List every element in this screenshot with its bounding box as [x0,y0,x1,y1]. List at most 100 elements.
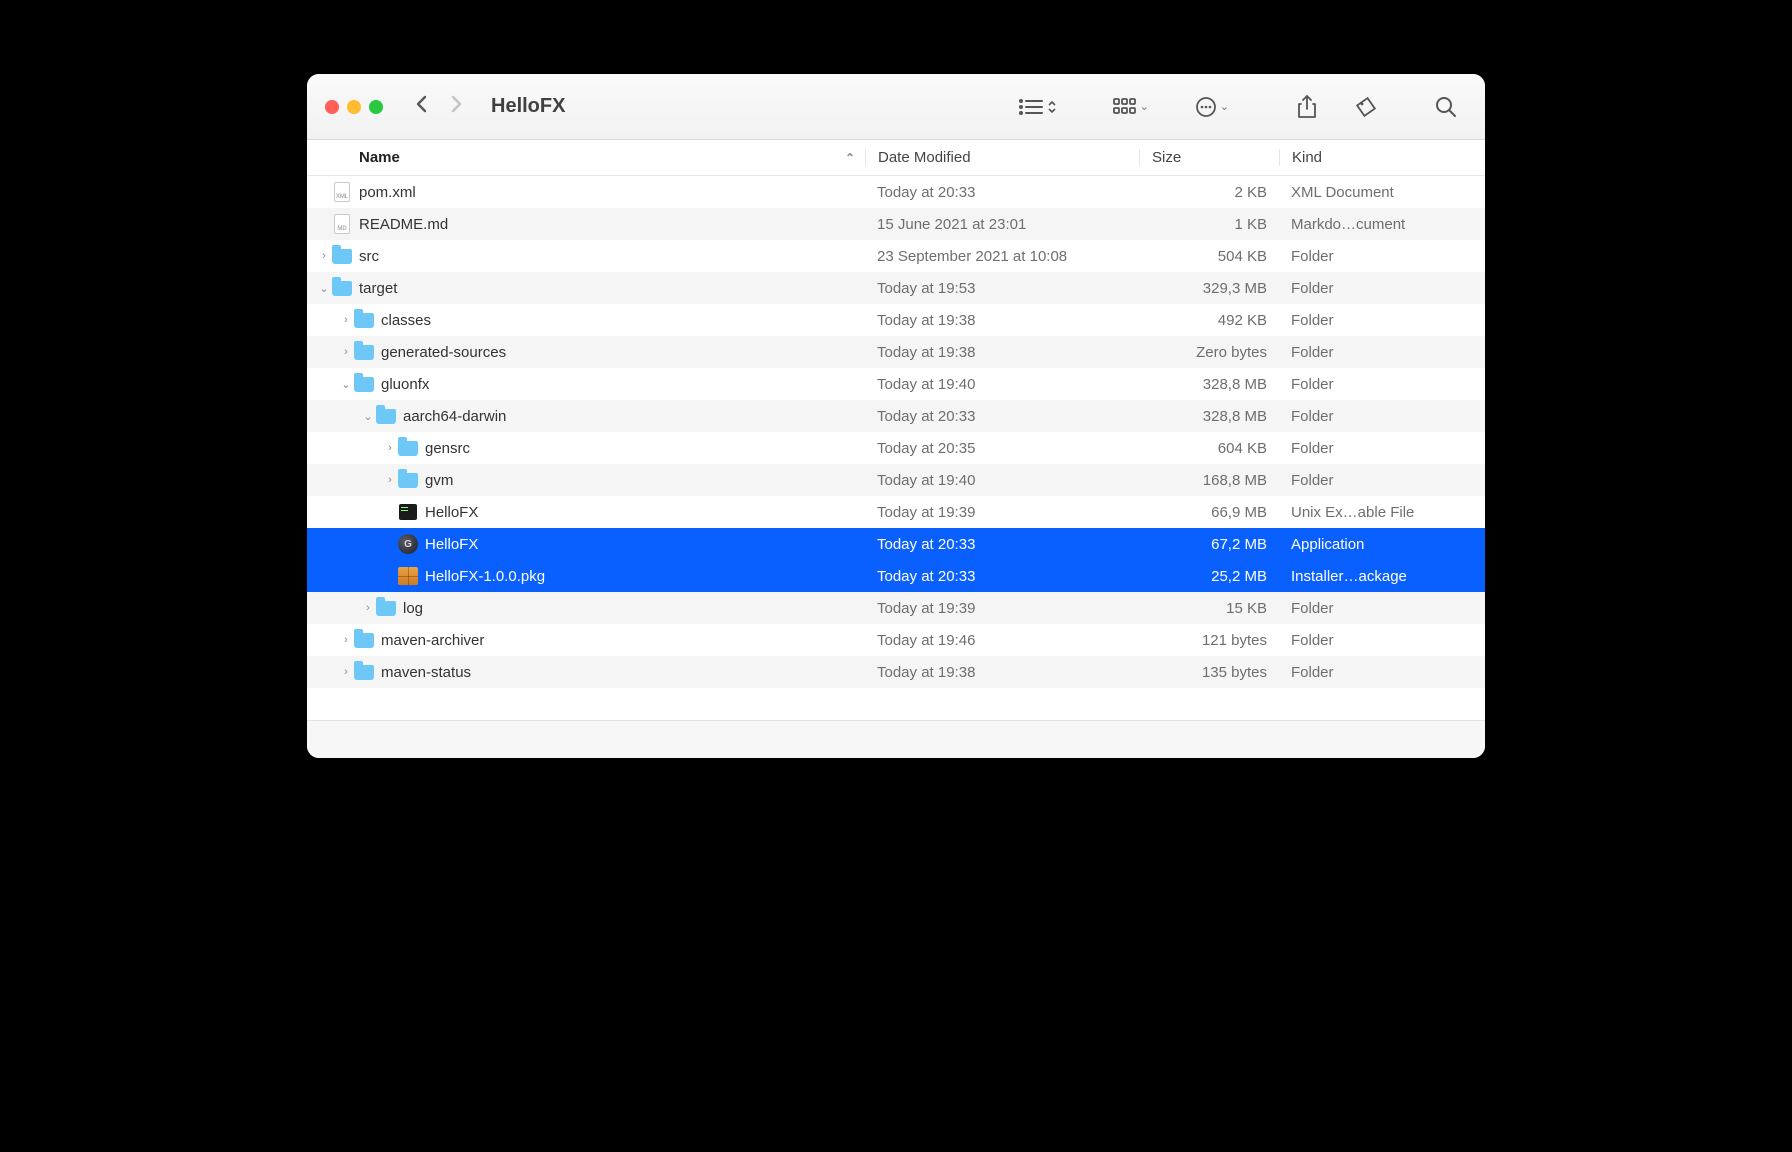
disclosure-triangle[interactable]: ⌄ [361,410,375,423]
file-row[interactable]: ⌄targetToday at 19:53329,3 MBFolder [307,272,1485,304]
file-kind: Installer…ackage [1279,568,1485,585]
file-date: Today at 19:46 [865,632,1139,649]
file-name: README.md [359,216,448,233]
file-kind: Folder [1279,312,1485,329]
file-size: 67,2 MB [1139,536,1279,553]
package-icon [397,565,419,587]
file-name: HelloFX-1.0.0.pkg [425,568,545,585]
file-kind: Folder [1279,408,1485,425]
file-kind: Markdo…cument [1279,216,1485,233]
file-kind: Unix Ex…able File [1279,504,1485,521]
file-name: log [403,600,423,617]
file-size: 121 bytes [1139,632,1279,649]
folder-icon [353,373,375,395]
disclosure-triangle[interactable]: › [383,474,397,486]
column-header-size[interactable]: Size [1139,149,1279,166]
file-row[interactable]: ›maven-statusToday at 19:38135 bytesFold… [307,656,1485,688]
file-row[interactable]: MDREADME.md15 June 2021 at 23:011 KBMark… [307,208,1485,240]
forward-button[interactable] [443,94,469,120]
file-row[interactable]: HelloFX-1.0.0.pkgToday at 20:3325,2 MBIn… [307,560,1485,592]
file-date: Today at 19:40 [865,376,1139,393]
file-name: HelloFX [425,536,478,553]
disclosure-triangle[interactable]: › [339,314,353,326]
file-size: 15 KB [1139,600,1279,617]
file-row[interactable]: XMLpom.xmlToday at 20:332 KBXML Document [307,176,1485,208]
disclosure-triangle[interactable]: › [317,250,331,262]
disclosure-triangle[interactable]: › [383,442,397,454]
chevron-down-icon: ⌄ [1140,100,1149,113]
file-kind: Folder [1279,600,1485,617]
disclosure-triangle[interactable]: › [339,346,353,358]
file-kind: Folder [1279,280,1485,297]
file-kind: Folder [1279,248,1485,265]
file-name: generated-sources [381,344,506,361]
executable-icon [397,501,419,523]
file-date: Today at 19:40 [865,472,1139,489]
zoom-window-button[interactable] [369,100,383,114]
file-date: Today at 20:33 [865,536,1139,553]
file-row[interactable]: ›gensrcToday at 20:35604 KBFolder [307,432,1485,464]
file-name: maven-status [381,664,471,681]
traffic-lights [325,100,383,114]
file-row[interactable]: G HelloFX Today at 20:3367,2 MBApplication [307,528,1485,560]
search-button[interactable] [1425,96,1467,118]
column-header-name[interactable]: Name ⌃ [307,149,865,166]
folder-icon [353,661,375,683]
file-row[interactable]: ›maven-archiverToday at 19:46121 bytesFo… [307,624,1485,656]
file-row[interactable]: ⌄gluonfxToday at 19:40328,8 MBFolder [307,368,1485,400]
column-header-date[interactable]: Date Modified [865,149,1139,166]
share-icon [1297,95,1317,119]
file-kind: Application [1279,536,1485,553]
disclosure-triangle[interactable]: › [339,634,353,646]
file-row[interactable]: › src 23 September 2021 at 10:08504 KBFold… [307,240,1485,272]
file-name: maven-archiver [381,632,484,649]
document-icon: XML [331,181,353,203]
file-name: src [359,248,379,265]
folder-icon [375,405,397,427]
file-row[interactable]: ›logToday at 19:3915 KBFolder [307,592,1485,624]
back-button[interactable] [409,94,435,120]
file-kind: Folder [1279,440,1485,457]
disclosure-triangle[interactable]: › [361,602,375,614]
minimize-window-button[interactable] [347,100,361,114]
empty-space [307,688,1485,720]
file-date: 23 September 2021 at 10:08 [865,248,1139,265]
chevron-down-icon: ⌄ [1220,100,1229,113]
file-size: 329,3 MB [1139,280,1279,297]
tags-button[interactable] [1345,96,1387,118]
close-window-button[interactable] [325,100,339,114]
file-size: 66,9 MB [1139,504,1279,521]
file-date: Today at 19:38 [865,312,1139,329]
share-button[interactable] [1287,95,1327,119]
sort-ascending-icon: ⌃ [845,151,855,165]
file-row[interactable]: ›generated-sourcesToday at 19:38Zero byt… [307,336,1485,368]
folder-icon [353,341,375,363]
action-menu-button[interactable]: ⌄ [1185,96,1239,118]
application-icon: G [397,533,419,555]
file-size: 328,8 MB [1139,376,1279,393]
column-header-kind[interactable]: Kind [1279,149,1485,166]
file-row[interactable]: HelloFXToday at 19:3966,9 MBUnix Ex…able… [307,496,1485,528]
file-row[interactable]: ⌄aarch64-darwinToday at 20:33328,8 MBFol… [307,400,1485,432]
file-size: 328,8 MB [1139,408,1279,425]
search-icon [1435,96,1457,118]
group-by-button[interactable]: ⌄ [1103,98,1159,116]
window-title: HelloFX [491,95,565,118]
disclosure-triangle[interactable]: › [339,666,353,678]
disclosure-triangle[interactable]: ⌄ [317,282,331,295]
file-kind: XML Document [1279,184,1485,201]
view-list-button[interactable] [1008,98,1067,116]
file-row[interactable]: ›gvmToday at 19:40168,8 MBFolder [307,464,1485,496]
file-date: Today at 19:38 [865,664,1139,681]
disclosure-triangle[interactable]: ⌄ [339,378,353,391]
file-size: 504 KB [1139,248,1279,265]
ellipsis-circle-icon [1195,96,1217,118]
file-date: Today at 20:33 [865,408,1139,425]
file-size: 604 KB [1139,440,1279,457]
file-date: 15 June 2021 at 23:01 [865,216,1139,233]
file-list: XMLpom.xmlToday at 20:332 KBXML Document… [307,176,1485,688]
file-name: HelloFX [425,504,478,521]
folder-icon [353,629,375,651]
file-date: Today at 20:33 [865,568,1139,585]
file-row[interactable]: ›classesToday at 19:38492 KBFolder [307,304,1485,336]
